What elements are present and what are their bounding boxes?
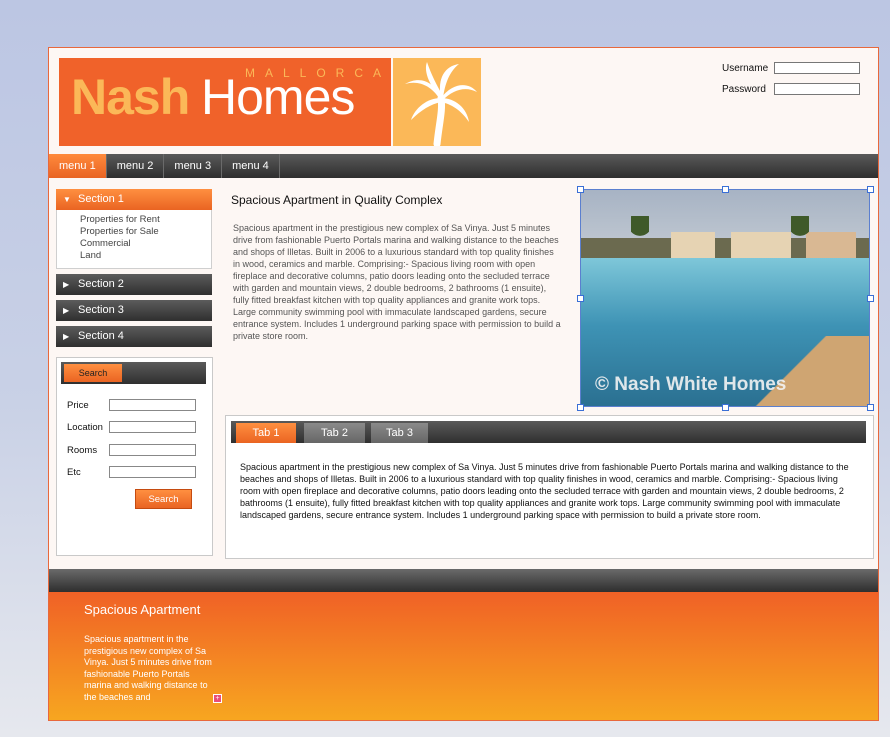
- menu-item-1[interactable]: menu 1: [49, 154, 107, 178]
- resize-handle[interactable]: [867, 295, 874, 302]
- location-row: Location: [67, 421, 196, 433]
- section-1-header[interactable]: ▼ Section 1: [56, 189, 212, 210]
- footer-title: Spacious Apartment: [84, 602, 201, 617]
- etc-field[interactable]: [109, 466, 196, 478]
- tab-1[interactable]: Tab 1: [236, 423, 296, 443]
- logo-homes-text: Homes: [201, 69, 355, 125]
- expand-plus-icon[interactable]: +: [213, 694, 222, 703]
- resize-handle[interactable]: [577, 186, 584, 193]
- caret-right-icon: ▶: [63, 280, 70, 289]
- section-1-panel: Properties for Rent Properties for Sale …: [56, 210, 212, 269]
- rooms-row: Rooms: [67, 444, 196, 456]
- footer: Spacious Apartment Spacious apartment in…: [49, 592, 878, 720]
- photo-palm: [631, 216, 649, 256]
- photo-villa: [671, 232, 715, 258]
- section-3-header[interactable]: ▶ Section 3: [56, 300, 212, 321]
- footer-bar: [49, 569, 878, 592]
- section-1-label: Section 1: [78, 193, 124, 205]
- photo-palm: [791, 216, 809, 256]
- etc-row: Etc: [67, 466, 196, 478]
- resize-handle[interactable]: [867, 186, 874, 193]
- price-row: Price: [67, 399, 196, 411]
- tab-2[interactable]: Tab 2: [304, 423, 365, 443]
- section-2-header[interactable]: ▶ Section 2: [56, 274, 212, 295]
- tab-3[interactable]: Tab 3: [371, 423, 428, 443]
- caret-right-icon: ▶: [63, 332, 70, 341]
- top-nav: menu 1 menu 2 menu 3 menu 4: [49, 154, 878, 178]
- menu-item-4[interactable]: menu 4: [222, 154, 280, 178]
- page-title: Spacious Apartment in Quality Complex: [231, 193, 443, 207]
- palm-tree-icon: [393, 58, 481, 148]
- section-2-label: Section 2: [78, 278, 124, 290]
- search-panel: Search Price Location Rooms Etc Search: [56, 357, 213, 556]
- password-label: Password: [722, 83, 766, 95]
- etc-label: Etc: [67, 467, 81, 478]
- footer-text: Spacious apartment in the prestigious ne…: [84, 634, 212, 702]
- property-description: Spacious apartment in the prestigious ne…: [233, 223, 561, 341]
- photo-villa: [731, 232, 791, 258]
- rooms-field[interactable]: [109, 444, 196, 456]
- rooms-label: Rooms: [67, 445, 98, 456]
- photo-watermark: © Nash White Homes: [595, 374, 787, 395]
- search-button[interactable]: Search: [135, 489, 192, 509]
- tab-content: Spacious apartment in the prestigious ne…: [240, 462, 849, 520]
- location-label: Location: [67, 422, 103, 433]
- location-field[interactable]: [109, 421, 196, 433]
- logo-nash-text: Nash: [71, 69, 190, 125]
- tab-bar: Tab 1 Tab 2 Tab 3: [231, 421, 866, 443]
- link-properties-for-sale[interactable]: Properties for Sale: [80, 226, 211, 238]
- section-3-label: Section 3: [78, 304, 124, 316]
- username-field[interactable]: [774, 62, 860, 74]
- resize-handle[interactable]: [722, 404, 729, 411]
- page-container: MALLORCA Nash Homes Username Password me…: [48, 47, 879, 721]
- menu-item-2[interactable]: menu 2: [107, 154, 165, 178]
- tabs-panel: Tab 1 Tab 2 Tab 3 Spacious apartment in …: [225, 415, 874, 559]
- password-field[interactable]: [774, 83, 860, 95]
- login-form: Username Password: [722, 62, 860, 104]
- menu-item-3[interactable]: menu 3: [164, 154, 223, 178]
- resize-handle[interactable]: [722, 186, 729, 193]
- caret-down-icon: ▼: [63, 195, 71, 204]
- resize-handle[interactable]: [867, 404, 874, 411]
- search-tab-bar: Search: [61, 362, 206, 384]
- photo-villa: [806, 232, 856, 258]
- property-photo[interactable]: © Nash White Homes: [580, 189, 870, 407]
- sidebar-accordion: ▼ Section 1 Properties for Rent Properti…: [56, 189, 212, 352]
- link-land[interactable]: Land: [80, 250, 211, 262]
- section-4-header[interactable]: ▶ Section 4: [56, 326, 212, 347]
- link-commercial[interactable]: Commercial: [80, 238, 211, 250]
- username-label: Username: [722, 62, 769, 74]
- price-label: Price: [67, 400, 89, 411]
- resize-handle[interactable]: [577, 404, 584, 411]
- price-field[interactable]: [109, 399, 196, 411]
- link-properties-for-rent[interactable]: Properties for Rent: [80, 214, 211, 226]
- resize-handle[interactable]: [577, 295, 584, 302]
- search-tab[interactable]: Search: [64, 364, 122, 382]
- logo[interactable]: MALLORCA Nash Homes: [59, 58, 391, 146]
- section-4-label: Section 4: [78, 330, 124, 342]
- caret-right-icon: ▶: [63, 306, 70, 315]
